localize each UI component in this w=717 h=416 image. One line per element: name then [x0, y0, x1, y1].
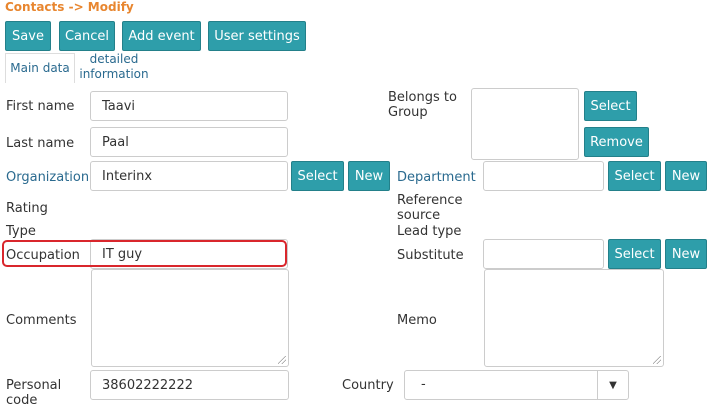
add-event-button[interactable]: Add event	[122, 21, 201, 51]
resize-grip-icon[interactable]	[653, 356, 661, 364]
tab-main-data[interactable]: Main data	[5, 53, 75, 83]
country-select[interactable]: - ▼	[404, 370, 629, 400]
group-select-button[interactable]: Select	[584, 91, 637, 121]
memo-textarea[interactable]	[484, 269, 664, 367]
occupation-highlight	[2, 240, 287, 267]
substitute-select-button[interactable]: Select	[608, 239, 661, 269]
organization-select-button[interactable]: Select	[291, 161, 344, 191]
personal-code-input[interactable]: 38602222222	[90, 370, 289, 400]
country-label: Country	[342, 378, 394, 393]
breadcrumb: Contacts -> Modify	[5, 0, 134, 14]
memo-label: Memo	[397, 313, 437, 328]
lead-type-label: Lead type	[397, 224, 462, 239]
first-name-input[interactable]: Taavi	[90, 91, 288, 121]
tab-detailed-information-label: detailed information	[79, 52, 149, 81]
reference-source-label: Reference source	[397, 193, 463, 223]
comments-textarea[interactable]	[91, 269, 289, 367]
substitute-input[interactable]	[483, 239, 604, 269]
substitute-label: Substitute	[397, 248, 464, 263]
type-label: Type	[6, 224, 36, 239]
rating-label: Rating	[6, 201, 48, 216]
first-name-label: First name	[6, 99, 75, 114]
user-settings-button[interactable]: User settings	[208, 21, 306, 51]
tab-detailed-information[interactable]: detailed information	[76, 52, 152, 82]
comments-label: Comments	[6, 313, 77, 328]
tab-main-data-label: Main data	[10, 61, 70, 75]
cancel-button[interactable]: Cancel	[59, 21, 115, 51]
organization-input[interactable]: Interinx	[90, 161, 288, 191]
group-remove-button[interactable]: Remove	[584, 127, 649, 157]
department-input[interactable]	[483, 161, 604, 191]
organization-new-button[interactable]: New	[348, 161, 390, 191]
department-label[interactable]: Department	[397, 170, 476, 185]
belongs-to-group-label: Belongs to Group	[388, 90, 457, 120]
resize-grip-icon[interactable]	[278, 356, 286, 364]
save-button[interactable]: Save	[5, 21, 51, 51]
department-select-button[interactable]: Select	[608, 161, 661, 191]
caret-down-icon[interactable]: ▼	[597, 371, 628, 399]
country-select-value: -	[421, 377, 426, 392]
personal-code-label: Personal code	[6, 378, 62, 408]
last-name-label: Last name	[6, 136, 75, 151]
department-new-button[interactable]: New	[665, 161, 707, 191]
last-name-input[interactable]: Paal	[90, 127, 288, 157]
belongs-to-group-list[interactable]	[471, 88, 579, 160]
substitute-new-button[interactable]: New	[665, 239, 707, 269]
organization-label[interactable]: Organization	[6, 170, 89, 185]
